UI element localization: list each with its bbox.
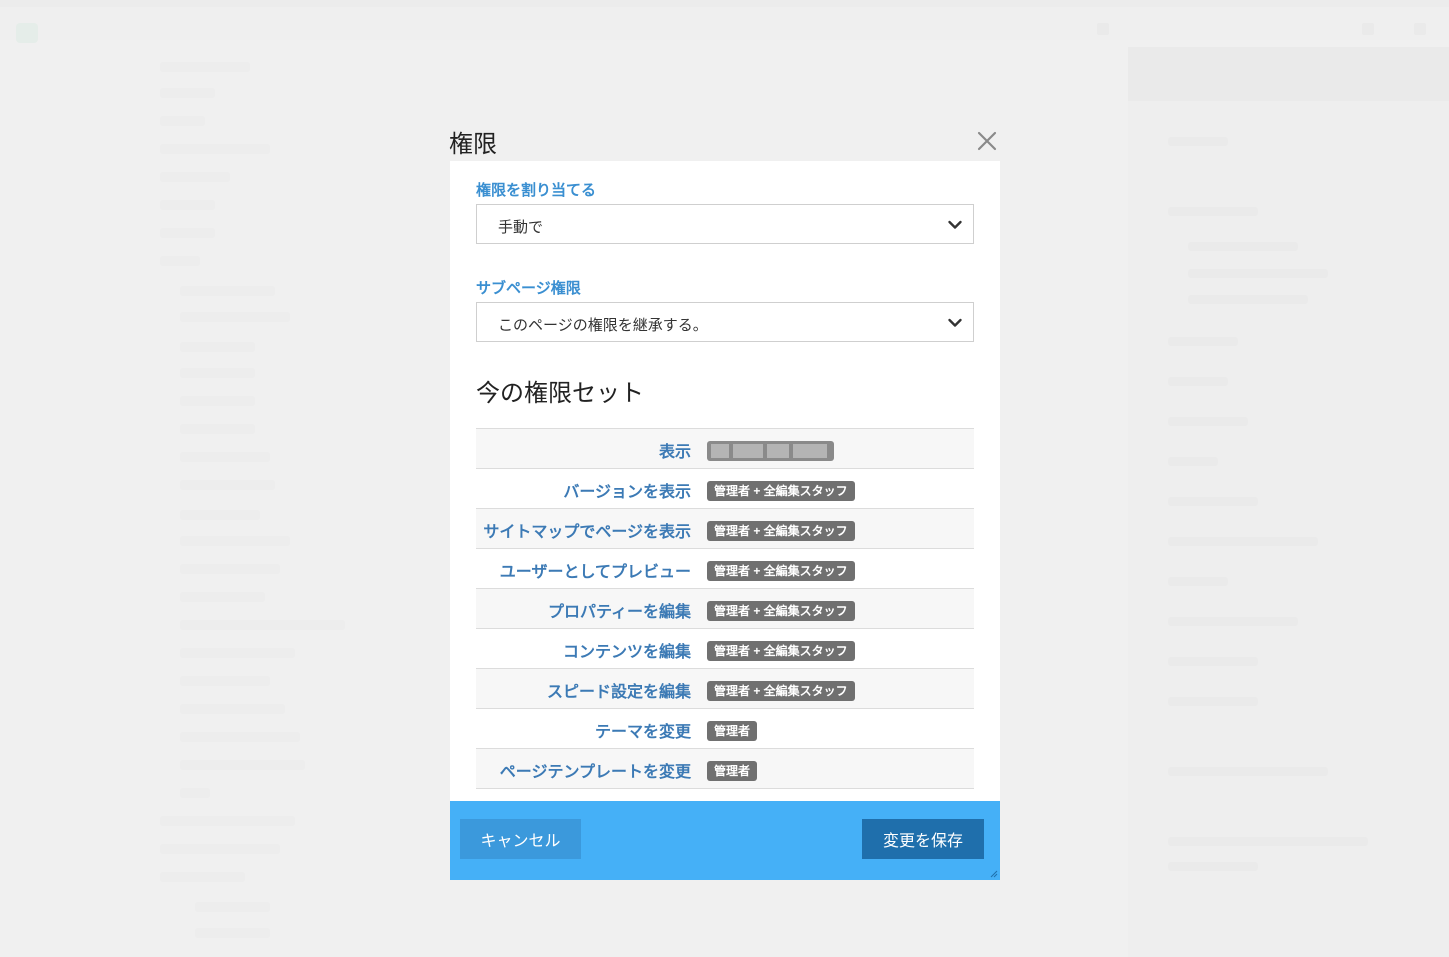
permissions-table: 表示 バージョンを表示 管理者 + 全編集スタッフ サイトマップでページを表示 … (476, 428, 974, 801)
permission-badge: 管理者 (707, 721, 758, 741)
permission-name[interactable]: スピード設定を編集 (547, 678, 691, 702)
permission-badge: 管理者 + 全編集スタッフ (707, 641, 855, 661)
permission-row: スピード設定を編集 管理者 + 全編集スタッフ (476, 668, 974, 708)
subpage-permissions-select[interactable]: このページの権限を継承する。 (476, 302, 974, 342)
subpage-permissions-label: サブページ権限 (476, 280, 581, 297)
permission-badge: 管理者 + 全編集スタッフ (707, 521, 855, 541)
save-changes-button[interactable]: 変更を保存 (862, 819, 984, 859)
permission-name[interactable]: ページテンプレートを変更 (500, 758, 691, 782)
close-button[interactable] (974, 128, 1000, 154)
cancel-button[interactable]: キャンセル (460, 819, 581, 859)
permission-name[interactable]: プロパティーを編集 (548, 598, 691, 622)
assign-permissions-label: 権限を割り当てる (476, 182, 597, 199)
resize-grip-icon[interactable] (990, 870, 998, 878)
permission-row: プロパティーを編集 管理者 + 全編集スタッフ (476, 588, 974, 628)
permission-name[interactable]: 表示 (659, 438, 691, 462)
permission-row: 表示 (476, 428, 974, 468)
permission-name[interactable]: コンテンツを編集 (563, 638, 691, 662)
permission-row: サイトマップでページを表示 管理者 + 全編集スタッフ (476, 508, 974, 548)
assign-permissions-value: 手動で (498, 219, 544, 236)
permission-row: バージョンを表示 管理者 + 全編集スタッフ (476, 468, 974, 508)
permission-badge-redacted (707, 441, 834, 461)
permission-badge: 管理者 + 全編集スタッフ (707, 561, 855, 581)
permission-row: コンテンツを編集 管理者 + 全編集スタッフ (476, 628, 974, 668)
dialog-title: 権限 (449, 131, 497, 158)
permission-badge: 管理者 (707, 761, 758, 781)
permission-row: ページテンプレートを変更 管理者 (476, 748, 974, 788)
permission-name[interactable]: ユーザーとしてプレビュー (500, 558, 691, 582)
subpage-permissions-value: このページの権限を継承する。 (498, 317, 708, 334)
dialog-footer: キャンセル 変更を保存 (450, 801, 1000, 880)
assign-permissions-select[interactable]: 手動で (476, 204, 974, 244)
permission-badge: 管理者 + 全編集スタッフ (707, 601, 855, 621)
close-icon (977, 131, 997, 151)
permissions-dialog: 権限 権限を割り当てる 手動で サブページ権限 このページの権限を継承する。 今… (449, 118, 1000, 880)
permission-badge: 管理者 + 全編集スタッフ (707, 481, 855, 501)
permission-row: テーマを変更 管理者 (476, 708, 974, 748)
current-permissions-heading: 今の権限セット (476, 380, 644, 407)
permission-name[interactable]: テーマを変更 (595, 718, 691, 742)
permission-name[interactable]: バージョンを表示 (563, 478, 691, 502)
permission-row (476, 788, 974, 801)
permission-row: ユーザーとしてプレビュー 管理者 + 全編集スタッフ (476, 548, 974, 588)
permission-name[interactable]: サイトマップでページを表示 (483, 518, 691, 542)
dialog-body: 権限を割り当てる 手動で サブページ権限 このページの権限を継承する。 今の権限… (450, 161, 1000, 801)
chevron-down-icon (947, 217, 963, 233)
chevron-down-icon (947, 315, 963, 331)
permission-badge: 管理者 + 全編集スタッフ (707, 681, 855, 701)
